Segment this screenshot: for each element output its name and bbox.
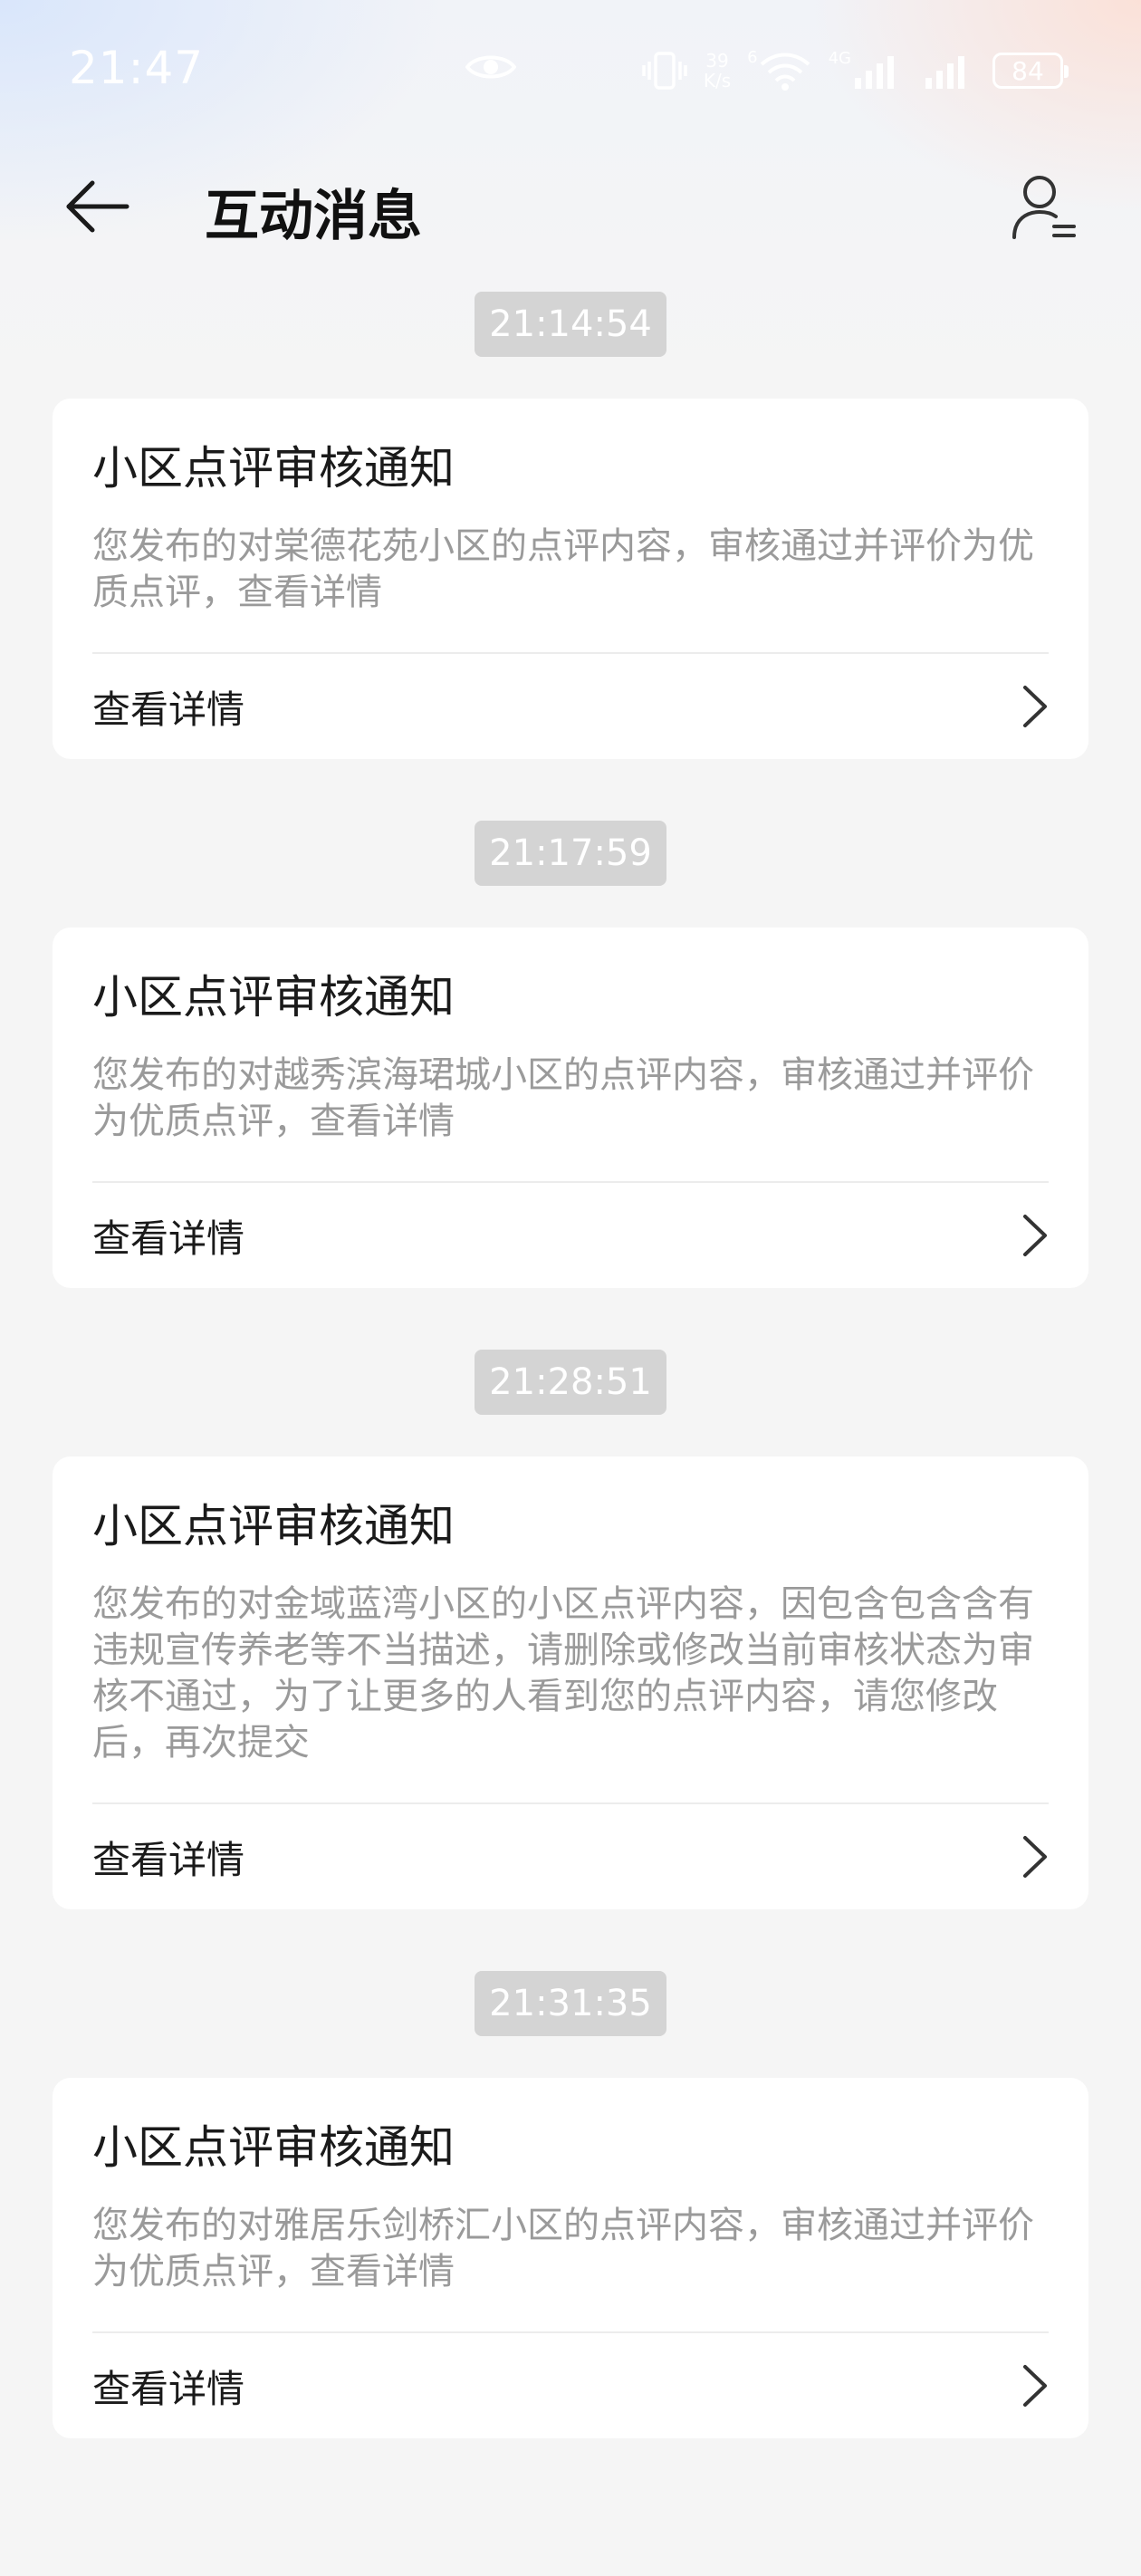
message-time: 21:28:51 xyxy=(475,1350,666,1415)
view-details-row[interactable]: 查看详情 xyxy=(92,2333,1049,2438)
page-title: 互动消息 xyxy=(205,185,422,248)
wifi-indicator: 6 xyxy=(747,50,811,91)
view-details-label: 查看详情 xyxy=(92,687,245,732)
cellular-indicator-1: 4G xyxy=(829,51,906,91)
view-details-row[interactable]: 查看详情 xyxy=(92,1804,1049,1909)
message-card: 小区点评审核通知 您发布的对越秀滨海珺城小区的点评内容，审核通过并评价为优质点评… xyxy=(53,928,1088,1288)
network-speed-unit: K/s xyxy=(703,70,732,91)
message-body: 您发布的对棠德花苑小区的点评内容，审核通过并评价为优质点评，查看详情 xyxy=(92,524,1049,654)
message-time-row: 21:31:35 xyxy=(0,1971,1141,2036)
network-speed: 39 K/s xyxy=(704,51,731,91)
back-arrow-icon[interactable] xyxy=(63,179,132,234)
message-time-row: 21:17:59 xyxy=(0,821,1141,886)
message-title: 小区点评审核通知 xyxy=(92,442,455,495)
message-time: 21:17:59 xyxy=(475,821,666,886)
message-title: 小区点评审核通知 xyxy=(92,1500,455,1552)
message-time-row: 21:28:51 xyxy=(0,1350,1141,1415)
view-details-label: 查看详情 xyxy=(92,1837,245,1882)
wifi-icon xyxy=(760,53,810,91)
message-body: 您发布的对越秀滨海珺城小区的点评内容，审核通过并评价为优质点评，查看详情 xyxy=(92,1053,1049,1183)
message-body: 您发布的对金域蓝湾小区的小区点评内容，因包含包含含有违规宣传养老等不当描述，请删… xyxy=(92,1581,1049,1804)
message-card: 小区点评审核通知 您发布的对棠德花苑小区的点评内容，审核通过并评价为优质点评，查… xyxy=(53,399,1088,759)
status-icons: 39 K/s 6 4G 84 xyxy=(642,45,1069,96)
chevron-right-icon xyxy=(1023,1215,1047,1256)
message-time: 21:14:54 xyxy=(475,292,666,357)
message-list: 21:14:54 小区点评审核通知 您发布的对棠德花苑小区的点评内容，审核通过并… xyxy=(0,292,1141,2500)
view-details-label: 查看详情 xyxy=(92,1216,245,1261)
status-time: 21:47 xyxy=(69,42,205,94)
user-settings-icon[interactable] xyxy=(1011,172,1079,245)
battery-indicator: 84 xyxy=(992,53,1069,89)
app-header: 互动消息 xyxy=(0,154,1141,263)
network-type: 4G xyxy=(828,49,851,68)
message-card: 小区点评审核通知 您发布的对雅居乐剑桥汇小区的点评内容，审核通过并评价为优质点评… xyxy=(53,2078,1088,2438)
eye-icon xyxy=(465,55,516,79)
vibrate-icon xyxy=(642,52,687,90)
wifi-label: 6 xyxy=(747,48,758,67)
view-details-row[interactable]: 查看详情 xyxy=(92,1183,1049,1288)
chevron-right-icon xyxy=(1023,2365,1047,2407)
message-title: 小区点评审核通知 xyxy=(92,2121,455,2174)
chevron-right-icon xyxy=(1023,1836,1047,1878)
view-details-label: 查看详情 xyxy=(92,2366,245,2411)
message-time-row: 21:14:54 xyxy=(0,292,1141,357)
view-details-row[interactable]: 查看详情 xyxy=(92,654,1049,759)
network-speed-value: 39 xyxy=(705,50,729,72)
battery-level: 84 xyxy=(1012,55,1044,86)
message-title: 小区点评审核通知 xyxy=(92,971,455,1024)
message-card: 小区点评审核通知 您发布的对金域蓝湾小区的小区点评内容，因包含包含含有违规宣传养… xyxy=(53,1456,1088,1909)
message-time: 21:31:35 xyxy=(475,1971,666,2036)
message-body: 您发布的对雅居乐剑桥汇小区的点评内容，审核通过并评价为优质点评，查看详情 xyxy=(92,2203,1049,2333)
status-bar: 21:47 39 K/s 6 4G 84 xyxy=(0,0,1141,145)
chevron-right-icon xyxy=(1023,686,1047,727)
signal-bars-icon xyxy=(855,56,894,89)
signal-bars-icon-sim2 xyxy=(925,56,964,89)
